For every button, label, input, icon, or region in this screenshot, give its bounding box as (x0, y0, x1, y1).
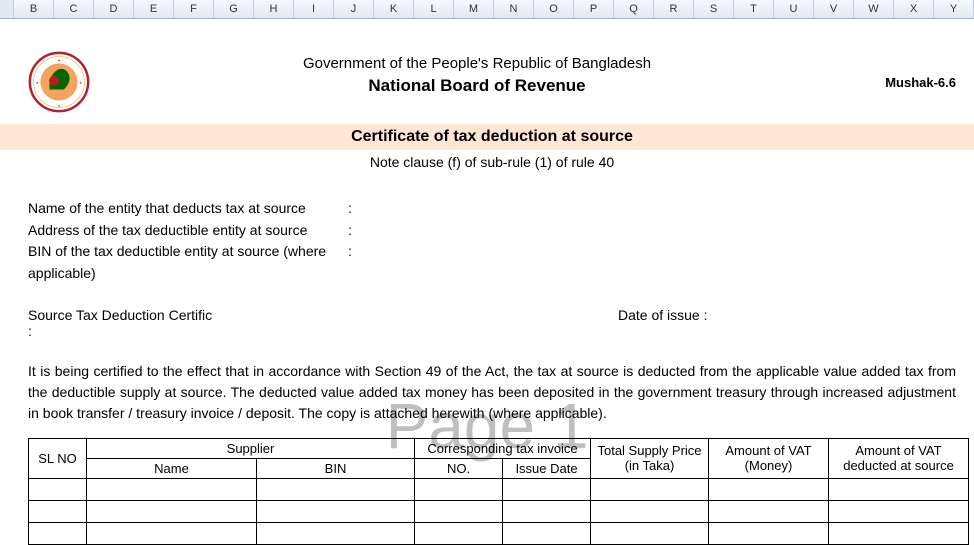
note-clause: Note clause (f) of sub-rule (1) of rule … (28, 154, 956, 170)
certificate-number-label: Source Tax Deduction Certific : (28, 307, 218, 339)
certification-paragraph: It is being certified to the effect that… (28, 361, 956, 424)
column-header-C[interactable]: C (54, 0, 94, 18)
colon: : (348, 198, 358, 220)
column-header-D[interactable]: D (94, 0, 134, 18)
th-supplier: Supplier (87, 438, 415, 458)
column-header-R[interactable]: R (654, 0, 694, 18)
th-deducted: Amount of VAT deducted at source (829, 438, 969, 478)
th-no: NO. (415, 458, 503, 478)
column-header-J[interactable]: J (334, 0, 374, 18)
column-header-row: BCDEFGHIJKLMNOPQRSTUVWXY (0, 0, 974, 19)
column-header-X[interactable]: X (894, 0, 934, 18)
column-header-P[interactable]: P (574, 0, 614, 18)
th-invoice: Corresponding tax invoice (415, 438, 591, 458)
nbr-title: National Board of Revenue (98, 76, 856, 96)
entity-bin-label: BIN of the tax deductible entity at sour… (28, 241, 348, 284)
seal-logo: ★ ★ ★ ★ (28, 49, 98, 118)
th-money: Amount of VAT (Money) (709, 438, 829, 478)
column-header-M[interactable]: M (454, 0, 494, 18)
column-header-U[interactable]: U (774, 0, 814, 18)
column-header-K[interactable]: K (374, 0, 414, 18)
table-row (29, 478, 969, 500)
entity-address-label: Address of the tax deductible entity at … (28, 220, 348, 242)
table-row (29, 522, 969, 544)
column-header-O[interactable]: O (534, 0, 574, 18)
column-header-E[interactable]: E (134, 0, 174, 18)
column-header-T[interactable]: T (734, 0, 774, 18)
column-header-Q[interactable]: Q (614, 0, 654, 18)
gov-title: Government of the People's Republic of B… (98, 55, 856, 72)
worksheet-page: ★ ★ ★ ★ Government of the People's Repub… (0, 19, 974, 545)
th-issue-date: Issue Date (503, 458, 591, 478)
th-bin: BIN (257, 458, 415, 478)
table-row (29, 500, 969, 522)
column-header-Y[interactable]: Y (934, 0, 974, 18)
column-header-N[interactable]: N (494, 0, 534, 18)
entity-name-label: Name of the entity that deducts tax at s… (28, 198, 348, 220)
date-of-issue-label: Date of issue : (618, 307, 708, 339)
column-header-S[interactable]: S (694, 0, 734, 18)
th-price: Total Supply Price (in Taka) (591, 438, 709, 478)
colon: : (348, 220, 358, 242)
deduction-table: SL NO Supplier Corresponding tax invoice… (28, 438, 969, 545)
column-header-W[interactable]: W (854, 0, 894, 18)
colon: : (348, 241, 358, 284)
column-header-B[interactable]: B (14, 0, 54, 18)
th-sl: SL NO (29, 438, 87, 478)
column-header-F[interactable]: F (174, 0, 214, 18)
column-header-L[interactable]: L (414, 0, 454, 18)
column-header-G[interactable]: G (214, 0, 254, 18)
column-header-corner[interactable] (0, 0, 14, 18)
column-header-V[interactable]: V (814, 0, 854, 18)
form-code: Mushak-6.6 (856, 49, 956, 90)
column-header-I[interactable]: I (294, 0, 334, 18)
th-name: Name (87, 458, 257, 478)
certificate-title-bar: Certificate of tax deduction at source (0, 124, 974, 150)
column-header-H[interactable]: H (254, 0, 294, 18)
